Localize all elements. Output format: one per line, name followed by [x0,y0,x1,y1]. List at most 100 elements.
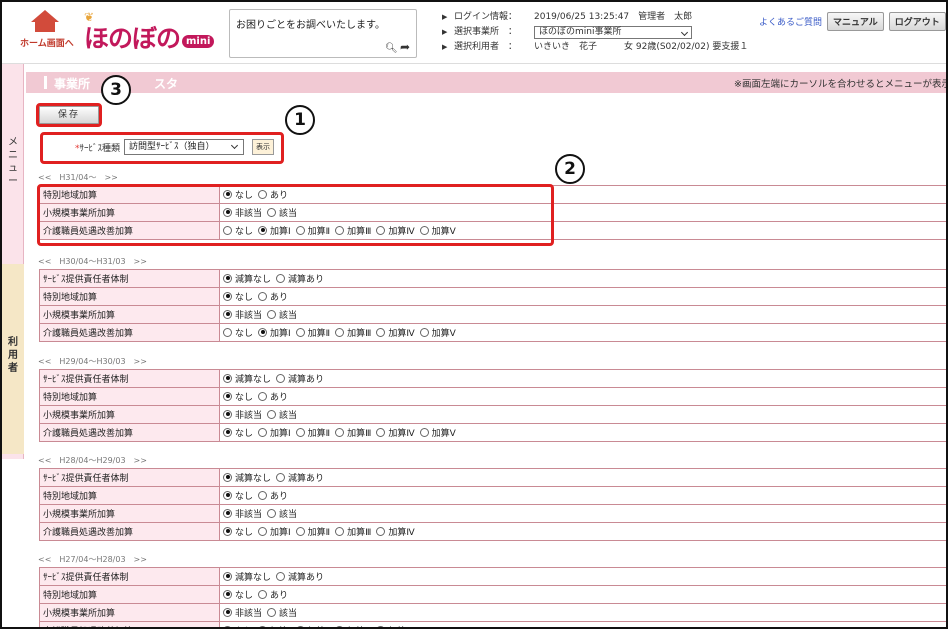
radio-button[interactable] [419,427,429,437]
radio-option[interactable]: 加算Ⅳ [376,326,415,339]
radio-button[interactable] [258,291,268,301]
radio-button[interactable] [258,526,268,536]
radio-button[interactable] [223,291,232,301]
radio-button[interactable] [223,373,232,383]
radio-button[interactable] [335,526,345,536]
radio-option[interactable]: あり [258,290,288,303]
radio-button[interactable] [295,427,305,437]
radio-button[interactable] [223,625,232,627]
radio-button[interactable] [258,327,268,337]
radio-button[interactable] [267,409,277,419]
radio-option[interactable]: 非該当 [223,507,262,520]
radio-option[interactable]: 非該当 [223,308,262,321]
radio-option[interactable]: 加算Ⅴ [419,426,456,439]
radio-button[interactable] [267,607,277,617]
radio-option[interactable]: 減算あり [276,272,324,285]
radio-option[interactable]: あり [258,489,288,502]
period-label[interactable]: << H31/04～ >> [38,172,118,183]
radio-option[interactable]: 減算あり [276,471,324,484]
radio-option[interactable]: 加算Ⅰ [258,624,291,627]
radio-button[interactable] [223,526,232,536]
radio-button[interactable] [223,409,232,419]
radio-button[interactable] [258,625,268,627]
radio-option[interactable]: 減算なし [223,272,271,285]
radio-button[interactable] [276,571,286,581]
period-label[interactable]: << H28/04～H29/03 >> [38,455,147,466]
logout-button[interactable]: ログアウト [888,12,946,31]
radio-option[interactable]: 加算Ⅲ [335,426,371,439]
radio-button[interactable] [267,309,277,319]
manual-button[interactable]: マニュアル [827,12,884,31]
radio-button[interactable] [295,526,305,536]
radio-option[interactable]: なし [223,624,253,627]
radio-option[interactable]: 加算Ⅳ [376,624,415,627]
radio-option[interactable]: 加算Ⅲ [335,525,371,538]
radio-button[interactable] [376,625,386,627]
radio-button[interactable] [223,391,232,401]
radio-option[interactable]: 加算Ⅰ [258,426,291,439]
period-label[interactable]: << H29/04～H30/03 >> [38,356,147,367]
radio-button[interactable] [335,327,345,337]
radio-option[interactable]: 加算Ⅰ [258,326,291,339]
radio-option[interactable]: 該当 [267,408,297,421]
radio-option[interactable]: 減算あり [276,372,324,385]
radio-option[interactable]: 非該当 [223,606,262,619]
radio-option[interactable]: なし [223,525,253,538]
radio-button[interactable] [376,427,386,437]
radio-option[interactable]: 該当 [267,507,297,520]
radio-option[interactable]: 加算Ⅰ [258,525,291,538]
faq-link[interactable]: よくあるご質問 [759,15,822,28]
radio-button[interactable] [295,327,305,337]
radio-button[interactable] [276,472,286,482]
radio-button[interactable] [223,571,232,581]
radio-button[interactable] [223,508,232,518]
radio-button[interactable] [376,327,386,337]
radio-button[interactable] [267,508,277,518]
radio-option[interactable]: 加算Ⅱ [295,326,330,339]
radio-option[interactable]: 加算Ⅲ [335,326,371,339]
radio-button[interactable] [223,309,232,319]
radio-option[interactable]: なし [223,390,253,403]
radio-option[interactable]: 加算Ⅱ [295,426,330,439]
home-button[interactable]: ホーム画面へ [20,10,74,49]
radio-option[interactable]: なし [223,290,253,303]
radio-button[interactable] [223,490,232,500]
help-search-input[interactable]: お困りごとをお調べいたします。 [236,16,385,31]
radio-option[interactable]: なし [223,588,253,601]
radio-option[interactable]: 減算なし [223,471,271,484]
radio-button[interactable] [223,427,232,437]
radio-option[interactable]: 加算Ⅳ [376,525,415,538]
radio-button[interactable] [335,625,345,627]
help-search-box[interactable]: お困りごとをお調べいたします。 🔍︎ ➦ [229,9,417,58]
radio-option[interactable]: 加算Ⅳ [376,426,415,439]
radio-button[interactable] [276,273,286,283]
radio-button[interactable] [223,472,232,482]
radio-option[interactable]: 該当 [267,606,297,619]
radio-button[interactable] [276,373,286,383]
radio-button[interactable] [223,327,232,337]
radio-button[interactable] [295,625,305,627]
radio-option[interactable]: 加算Ⅲ [335,624,371,627]
menu-tab[interactable]: メニュー [6,136,20,188]
radio-button[interactable] [258,490,268,500]
radio-option[interactable]: 加算Ⅴ [419,326,456,339]
radio-option[interactable]: なし [223,426,253,439]
radio-button[interactable] [376,526,386,536]
radio-button[interactable] [258,589,268,599]
radio-option[interactable]: 加算Ⅱ [295,624,330,627]
radio-button[interactable] [223,273,232,283]
radio-button[interactable] [258,427,268,437]
arrow-icon[interactable]: ➦ [400,40,410,54]
user-tab[interactable]: 利用者 [2,264,24,454]
radio-button[interactable] [258,391,268,401]
radio-option[interactable]: 減算あり [276,570,324,583]
radio-button[interactable] [223,589,232,599]
radio-option[interactable]: 該当 [267,308,297,321]
radio-option[interactable]: 非該当 [223,408,262,421]
period-label[interactable]: << H27/04～H28/03 >> [38,554,147,565]
radio-option[interactable]: あり [258,390,288,403]
search-icon[interactable]: 🔍︎ [385,43,398,54]
radio-button[interactable] [419,327,429,337]
office-select[interactable]: ほのぼのmini事業所 [534,26,692,39]
radio-option[interactable]: 加算Ⅱ [295,525,330,538]
